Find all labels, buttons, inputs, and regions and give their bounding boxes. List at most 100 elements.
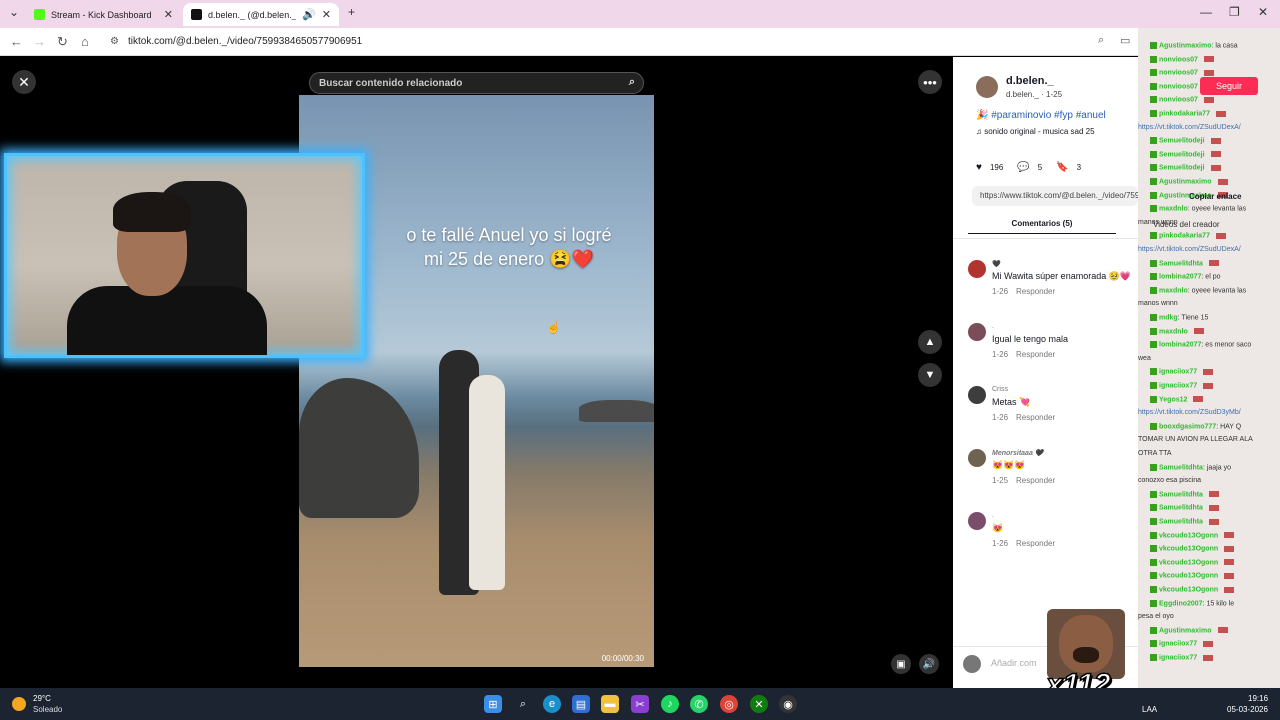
chat-username[interactable]: Yegos12 xyxy=(1159,396,1187,403)
audio-icon[interactable]: 🔊 xyxy=(302,8,316,21)
avatar[interactable] xyxy=(968,260,986,278)
forward-icon[interactable]: → xyxy=(33,34,46,49)
home-icon[interactable]: ⌂ xyxy=(81,34,89,49)
add-comment-input[interactable]: Añadir com xyxy=(991,658,1037,668)
sun-icon[interactable] xyxy=(12,697,26,711)
tab-tiktok[interactable]: d.belen._ (@d.belen._) | TikT 🔊 ✕ xyxy=(183,3,339,26)
spotify-icon[interactable]: ♪ xyxy=(661,695,679,713)
chat-username[interactable]: vkcoudo13Ogonn xyxy=(1159,559,1218,566)
tab-list-chevron-icon[interactable]: ⌄ xyxy=(9,5,19,19)
comment-icon[interactable]: 💬 xyxy=(1017,162,1029,173)
music-row[interactable]: ♫ sonido original - musica sad 25 xyxy=(976,127,1095,136)
weather-condition[interactable]: Soleado xyxy=(33,705,62,714)
avatar[interactable] xyxy=(968,512,986,530)
reply-button[interactable]: Responder xyxy=(1016,350,1055,359)
chat-username[interactable]: Samuelitdhta xyxy=(1159,464,1203,471)
maximize-button[interactable]: ❐ xyxy=(1229,5,1240,19)
chat-username[interactable]: Semuelitodeji xyxy=(1159,138,1205,145)
chat-username[interactable]: ignaciiox77 xyxy=(1159,382,1197,389)
more-options-button[interactable]: ••• xyxy=(918,70,942,94)
reload-icon[interactable]: ↻ xyxy=(57,34,68,50)
chat-username[interactable]: ignaciiox77 xyxy=(1159,641,1197,648)
avatar[interactable] xyxy=(968,449,986,467)
minimize-button[interactable]: — xyxy=(1200,5,1212,19)
chat-username[interactable]: Samuelitdhta xyxy=(1159,260,1203,267)
reply-button[interactable]: Responder xyxy=(1016,413,1055,422)
chat-username[interactable]: Semuelitodeji xyxy=(1159,165,1205,172)
weather-temp[interactable]: 29°C xyxy=(33,694,51,703)
chat-username[interactable]: maxdnlo xyxy=(1159,206,1188,213)
chat-username[interactable]: maxdnlo xyxy=(1159,328,1188,335)
back-icon[interactable]: ← xyxy=(10,34,23,49)
obs-icon[interactable]: ◉ xyxy=(779,695,797,713)
previous-video-button[interactable]: ▲ xyxy=(918,330,942,354)
chat-username[interactable]: Samuelitdhta xyxy=(1159,518,1203,525)
chat-username[interactable]: Agustinmaximo xyxy=(1159,178,1212,185)
author-avatar[interactable] xyxy=(976,76,998,98)
edge-icon[interactable]: e xyxy=(543,695,561,713)
chat-username[interactable]: vkcoudo13Ogonn xyxy=(1159,586,1218,593)
avatar[interactable] xyxy=(968,323,986,341)
close-window-button[interactable]: ✕ xyxy=(1258,5,1268,19)
volume-icon[interactable]: 🔊 xyxy=(919,654,939,674)
chat-username[interactable]: ignaciiox77 xyxy=(1159,369,1197,376)
tab-comments[interactable]: Comentarios (5) xyxy=(968,219,1116,234)
chat-username[interactable]: nonvioos07 xyxy=(1159,97,1198,104)
chat-username[interactable]: Eggdino2007 xyxy=(1159,600,1203,607)
close-tab-icon[interactable]: ✕ xyxy=(164,8,173,21)
chat-username[interactable]: nonvioos07 xyxy=(1159,56,1198,63)
search-icon[interactable]: ⌕ xyxy=(629,76,635,89)
pip-icon[interactable]: ▣ xyxy=(891,654,911,674)
store-icon[interactable]: ▤ xyxy=(572,695,590,713)
next-video-button[interactable]: ▼ xyxy=(918,363,942,387)
chat-username[interactable]: Samuelitdhta xyxy=(1159,491,1203,498)
chat-username[interactable]: booxdgasimo777 xyxy=(1159,423,1216,430)
chat-username[interactable]: lombina2077 xyxy=(1159,274,1201,281)
whatsapp-icon[interactable]: ✆ xyxy=(690,695,708,713)
chat-username[interactable]: ignaciiox77 xyxy=(1159,654,1197,661)
windows-start-icon[interactable]: ⊞ xyxy=(484,695,502,713)
chat-username[interactable]: Semuelitodeji xyxy=(1159,151,1205,158)
clock-time[interactable]: 19:16 xyxy=(1248,694,1268,703)
zoom-icon[interactable]: ⌕ xyxy=(1098,34,1104,47)
author-name[interactable]: d.belen._ xyxy=(1006,75,1054,87)
snipping-tool-icon[interactable]: ✂ xyxy=(631,695,649,713)
creator-videos-tab[interactable]: Videos del creador xyxy=(1153,220,1220,229)
cast-icon[interactable]: ▭ xyxy=(1120,34,1130,47)
keyboard-language[interactable]: LAA xyxy=(1142,705,1157,714)
chat-username[interactable]: mdkg xyxy=(1159,314,1178,321)
bookmark-icon[interactable]: 🔖 xyxy=(1056,162,1068,173)
chat-username[interactable]: maxdnlo xyxy=(1159,287,1188,294)
related-search-input[interactable]: Buscar contenido relacionado ⌕ xyxy=(309,72,644,94)
file-explorer-icon[interactable]: ▬ xyxy=(601,695,619,713)
avatar[interactable] xyxy=(968,386,986,404)
search-icon[interactable]: ⌕ xyxy=(514,695,532,713)
chat-username[interactable]: vkcoudo13Ogonn xyxy=(1159,532,1218,539)
reply-button[interactable]: Responder xyxy=(1016,539,1055,548)
copy-link-button[interactable]: Copiar enlace xyxy=(1189,192,1241,201)
reply-button[interactable]: Responder xyxy=(1016,287,1055,296)
new-tab-button[interactable]: + xyxy=(348,5,355,19)
close-tab-icon[interactable]: ✕ xyxy=(322,8,331,21)
post-link-field[interactable]: https://www.tiktok.com/@d.belen._/video/… xyxy=(972,186,1138,206)
clock-date[interactable]: 05-03-2026 xyxy=(1227,705,1268,714)
chat-username[interactable]: vkcoudo13Ogonn xyxy=(1159,573,1218,580)
chat-username[interactable]: lombina2077 xyxy=(1159,342,1201,349)
reply-button[interactable]: Responder xyxy=(1016,476,1055,485)
chat-username[interactable]: vkcoudo13Ogonn xyxy=(1159,546,1218,553)
chat-username[interactable]: pinkodakaria77 xyxy=(1159,233,1210,240)
close-viewer-button[interactable]: ✕ xyxy=(12,70,36,94)
chat-username[interactable]: nonvioos07 xyxy=(1159,70,1198,77)
xbox-icon[interactable]: ✕ xyxy=(750,695,768,713)
chat-username[interactable]: Agustinmaximo xyxy=(1159,42,1212,49)
chat-username[interactable]: pinkodakaria77 xyxy=(1159,110,1210,117)
chrome-icon[interactable]: ◎ xyxy=(720,695,738,713)
site-info-icon[interactable]: ⚙ xyxy=(110,36,119,47)
chat-username[interactable]: Samuelitdhta xyxy=(1159,505,1203,512)
heart-icon[interactable]: ♥ xyxy=(976,162,982,173)
chat-username[interactable]: nonvioos07 xyxy=(1159,83,1198,90)
url-field[interactable]: tiktok.com/@d.belen._/video/759938465057… xyxy=(128,36,362,47)
tab-kick-dashboard[interactable]: Stream - Kick Dashboard ✕ xyxy=(26,3,181,26)
follow-button[interactable]: Seguir xyxy=(1200,77,1258,95)
chat-username[interactable]: Agustinmaximo xyxy=(1159,627,1212,634)
